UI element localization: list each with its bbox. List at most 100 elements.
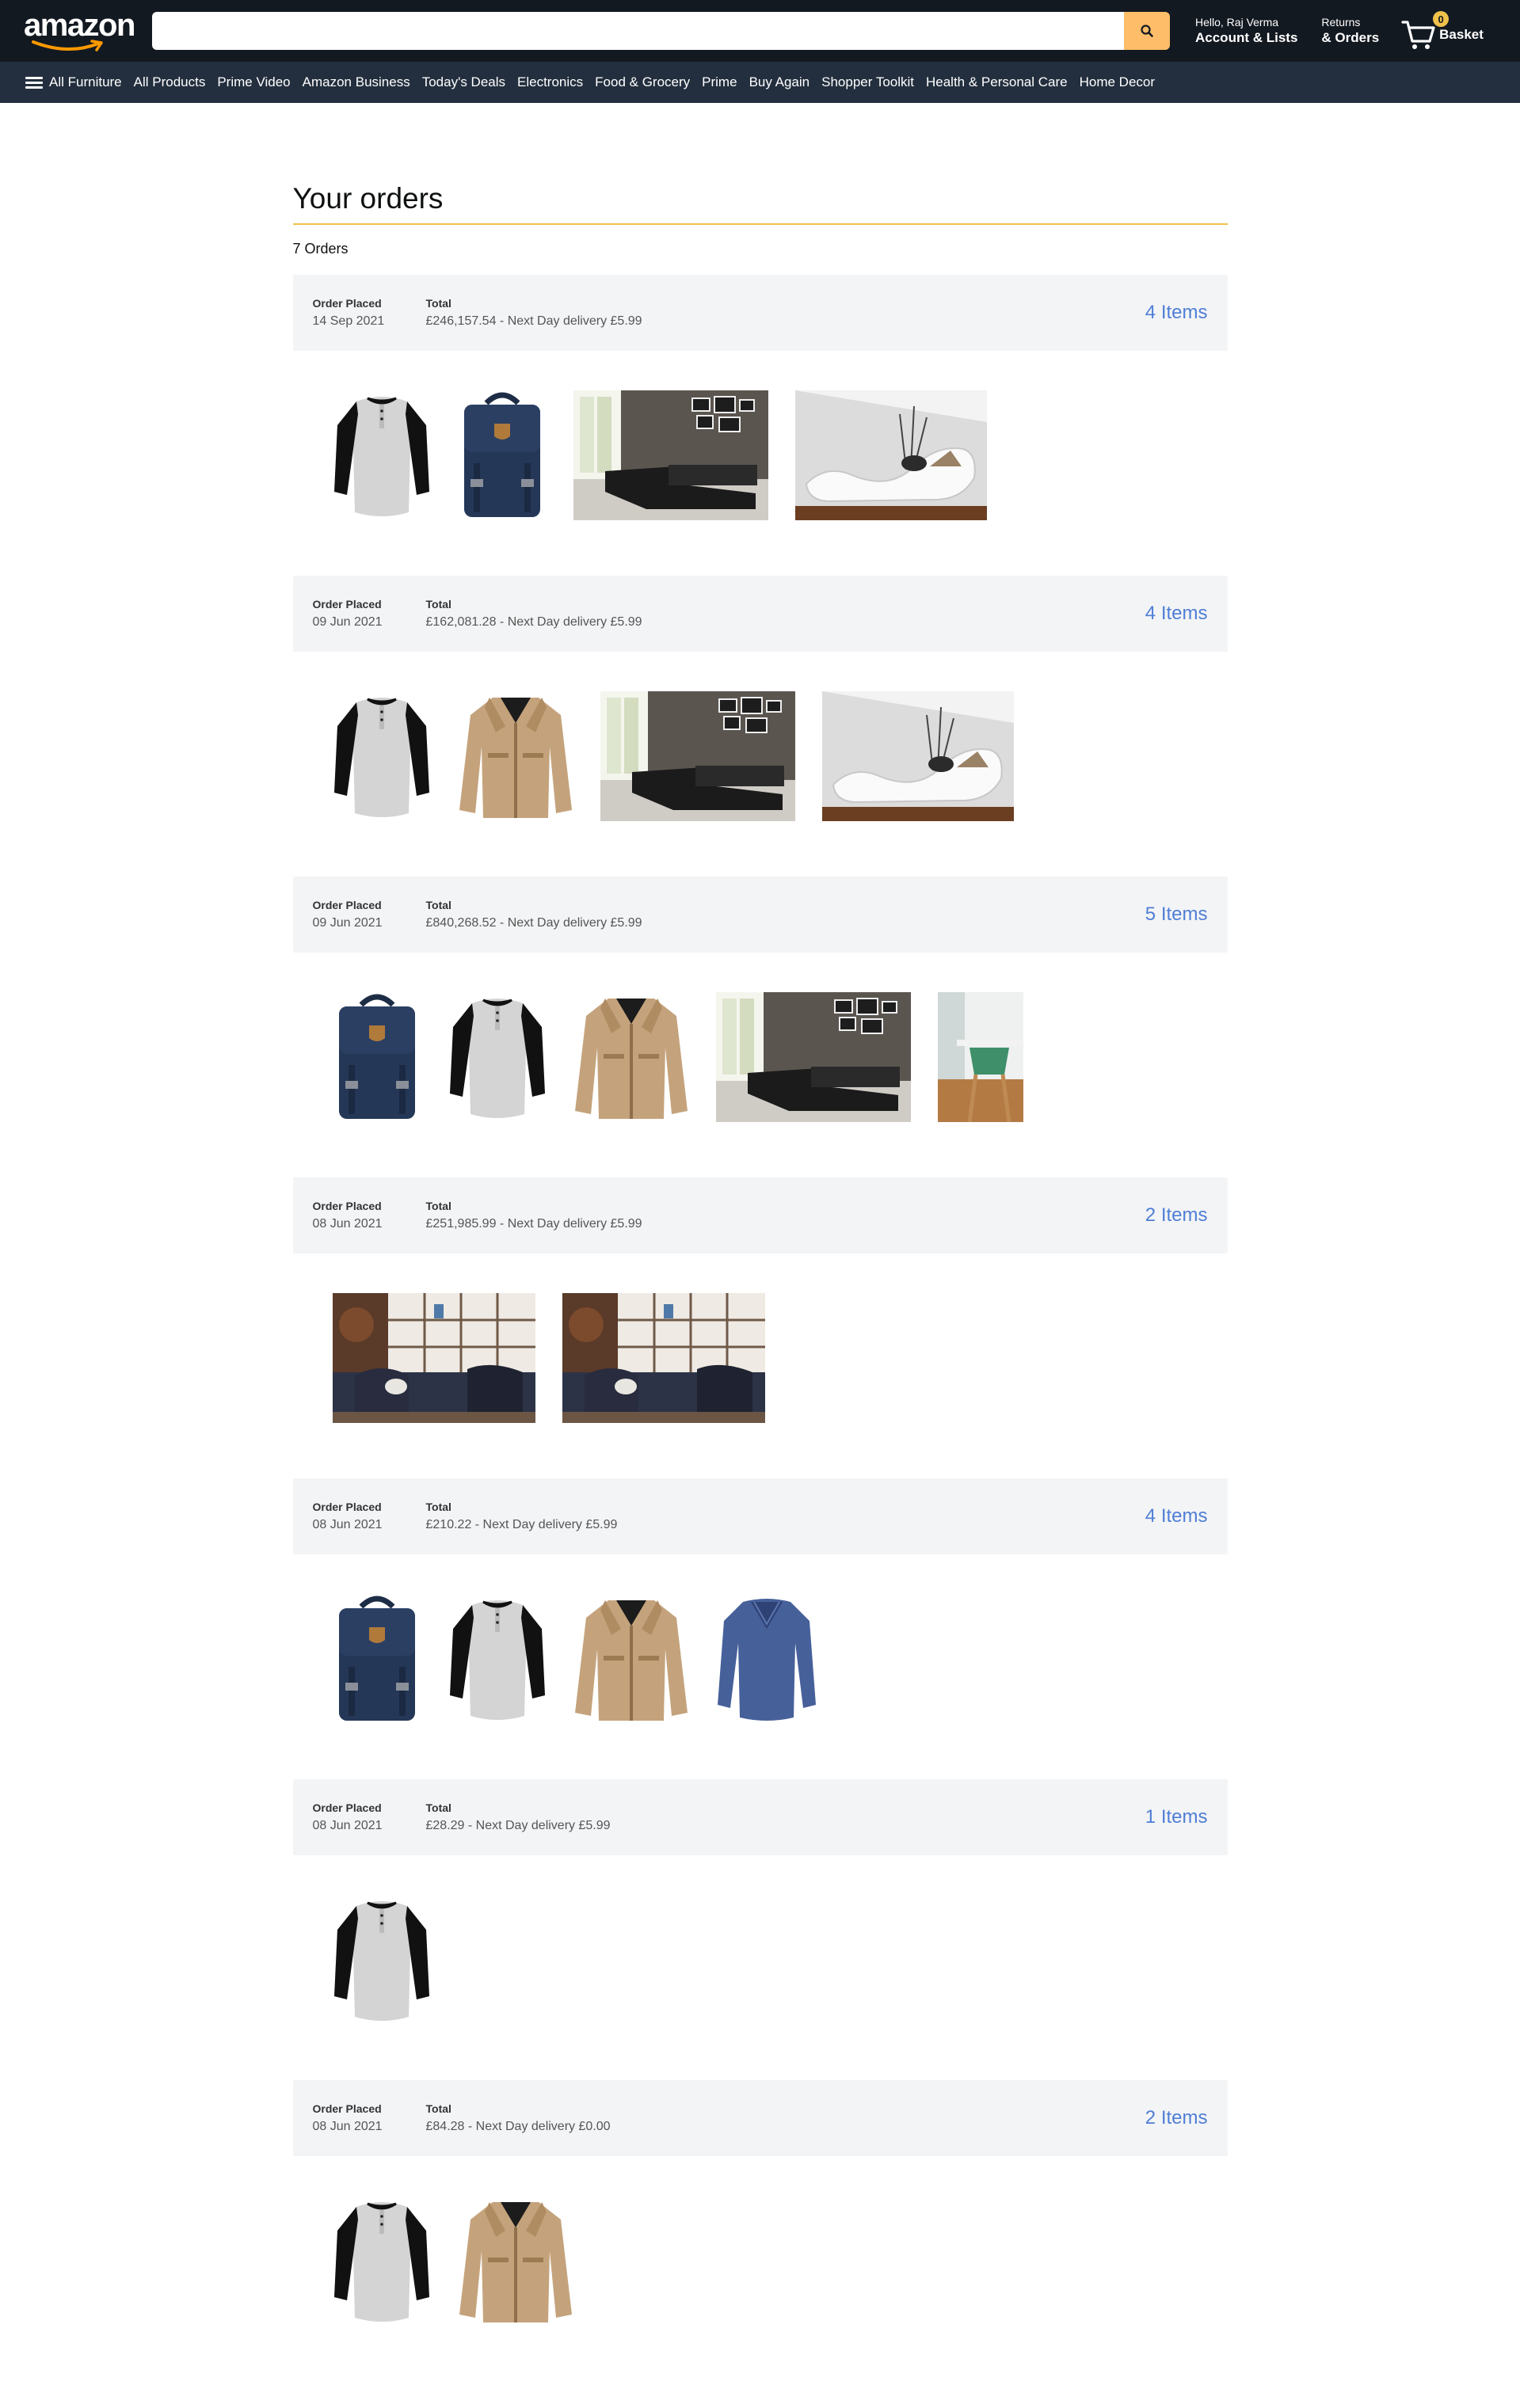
order-total-label: Total — [425, 1501, 451, 1514]
order-items-link[interactable]: 4 Items — [1145, 1505, 1208, 1527]
nav-item-prime-video[interactable]: Prime Video — [217, 74, 290, 90]
order-total: £84.28 - Next Day delivery £0.00 — [425, 2119, 611, 2133]
order-card: Order Placed 14 Sep 2021 Total £246,157.… — [292, 275, 1228, 576]
product-thumbnail-dining-chair[interactable] — [937, 992, 1023, 1122]
order-date: 08 Jun 2021 — [312, 2119, 383, 2133]
nav-item-food-grocery[interactable]: Food & Grocery — [595, 74, 690, 90]
order-total: £840,268.52 - Next Day delivery £5.99 — [425, 915, 642, 930]
product-thumbnail-raglan-shirt[interactable] — [333, 691, 431, 821]
nav-item-electronics[interactable]: Electronics — [517, 74, 583, 90]
order-items-link[interactable]: 2 Items — [1145, 2107, 1208, 2129]
order-placed-block: Order Placed 08 Jun 2021 — [313, 1499, 426, 1533]
product-thumbnail-shelving-room[interactable] — [562, 1293, 765, 1423]
order-placed-label: Order Placed — [312, 297, 382, 310]
nav-item-amazon-business[interactable]: Amazon Business — [303, 74, 410, 90]
product-thumbnail-blue-sweater[interactable] — [716, 1594, 817, 1724]
order-items-link[interactable]: 5 Items — [1145, 903, 1208, 926]
nav-item-label: All Furniture — [49, 74, 122, 89]
order-total-label: Total — [425, 1801, 451, 1815]
orders-page: Your orders 7 Orders Order Placed 14 Sep… — [292, 103, 1228, 2381]
order-date: 14 Sep 2021 — [312, 314, 385, 328]
order-total-label: Total — [425, 899, 451, 912]
order-placed-block: Order Placed 08 Jun 2021 — [313, 2101, 426, 2135]
order-items-link[interactable]: 4 Items — [1145, 302, 1208, 324]
site-header: amazon Hello, Raj Verma Account & Lists … — [0, 0, 1520, 103]
returns-orders-link[interactable]: Returns & Orders — [1321, 16, 1379, 47]
order-total-block: Total £162,081.28 - Next Day delivery £5… — [426, 596, 642, 630]
product-thumbnail-backpack[interactable] — [333, 1594, 421, 1724]
orders-label: & Orders — [1321, 30, 1380, 46]
nav-item-prime[interactable]: Prime — [702, 74, 737, 90]
order-total: £210.22 - Next Day delivery £5.99 — [425, 1517, 618, 1531]
product-thumbnail-tan-jacket[interactable] — [573, 992, 689, 1122]
product-thumbnail-raglan-shirt[interactable] — [448, 992, 547, 1122]
top-nav-bar: amazon Hello, Raj Verma Account & Lists … — [0, 0, 1520, 62]
search-input[interactable] — [152, 12, 1124, 50]
product-thumbnail-backpack[interactable] — [333, 992, 421, 1122]
order-count: 7 Orders — [292, 241, 349, 257]
order-items — [293, 351, 1228, 576]
order-header: Order Placed 08 Jun 2021 Total £210.22 -… — [292, 1478, 1228, 1554]
order-total: £251,985.99 - Next Day delivery £5.99 — [425, 1216, 642, 1231]
search-bar — [152, 12, 1170, 50]
product-thumbnail-sectional-sofa[interactable] — [600, 691, 795, 821]
nav-item-all-products[interactable]: All Products — [134, 74, 206, 90]
order-total: £246,157.54 - Next Day delivery £5.99 — [425, 314, 642, 328]
product-thumbnail-backpack[interactable] — [458, 390, 547, 520]
basket-count-badge: 0 — [1433, 11, 1450, 27]
orders-list: Order Placed 14 Sep 2021 Total £246,157.… — [292, 275, 1228, 2381]
nav-item-home-decor[interactable]: Home Decor — [1080, 74, 1155, 90]
order-date: 09 Jun 2021 — [312, 915, 383, 930]
product-thumbnail-white-lounge-chair[interactable] — [821, 691, 1014, 821]
order-items-link[interactable]: 4 Items — [1145, 603, 1208, 625]
order-placed-label: Order Placed — [312, 899, 382, 912]
order-placed-label: Order Placed — [312, 598, 382, 611]
order-placed-label: Order Placed — [312, 2102, 382, 2116]
order-total-block: Total £210.22 - Next Day delivery £5.99 — [426, 1499, 618, 1533]
order-card: Order Placed 09 Jun 2021 Total £162,081.… — [292, 576, 1228, 877]
nav-item-shopper-toolkit[interactable]: Shopper Toolkit — [821, 74, 914, 90]
order-total-label: Total — [425, 598, 451, 611]
basket-button[interactable]: 0 Basket — [1401, 11, 1484, 51]
product-thumbnail-tan-jacket[interactable] — [458, 691, 573, 821]
order-header: Order Placed 09 Jun 2021 Total £162,081.… — [292, 576, 1228, 652]
order-items-link[interactable]: 1 Items — [1145, 1806, 1208, 1828]
product-thumbnail-shelving-room[interactable] — [332, 1293, 535, 1423]
account-menu[interactable]: Hello, Raj Verma Account & Lists — [1195, 16, 1297, 47]
product-thumbnail-tan-jacket[interactable] — [573, 1594, 689, 1724]
product-thumbnail-raglan-shirt[interactable] — [333, 1895, 431, 2025]
product-thumbnail-sectional-sofa[interactable] — [715, 992, 911, 1122]
order-placed-block: Order Placed 09 Jun 2021 — [313, 897, 426, 931]
nav-item-health-personal-care[interactable]: Health & Personal Care — [926, 74, 1068, 90]
order-header: Order Placed 09 Jun 2021 Total £840,268.… — [292, 877, 1228, 953]
order-items — [293, 1855, 1228, 2080]
nav-item-buy-again[interactable]: Buy Again — [749, 74, 810, 90]
order-card: Order Placed 08 Jun 2021 Total £84.28 - … — [292, 2080, 1228, 2381]
order-total-block: Total £251,985.99 - Next Day delivery £5… — [426, 1198, 642, 1232]
nav-item-all-furniture[interactable]: All Furniture — [25, 74, 122, 91]
order-items — [293, 652, 1228, 877]
order-items — [293, 1253, 1228, 1478]
menu-icon — [25, 74, 43, 91]
product-thumbnail-raglan-shirt[interactable] — [448, 1594, 547, 1724]
product-thumbnail-white-lounge-chair[interactable] — [794, 390, 987, 520]
order-placed-block: Order Placed 08 Jun 2021 — [313, 1198, 426, 1232]
order-header: Order Placed 08 Jun 2021 Total £84.28 - … — [292, 2080, 1228, 2156]
product-thumbnail-tan-jacket[interactable] — [458, 2196, 573, 2326]
order-placed-label: Order Placed — [312, 1501, 382, 1514]
order-items-link[interactable]: 2 Items — [1145, 1204, 1208, 1227]
order-total: £28.29 - Next Day delivery £5.99 — [425, 1818, 611, 1832]
search-button[interactable] — [1124, 12, 1170, 50]
page-title: Your orders — [292, 182, 444, 215]
order-date: 08 Jun 2021 — [312, 1517, 383, 1531]
order-items — [293, 953, 1228, 1177]
product-thumbnail-sectional-sofa[interactable] — [573, 390, 768, 520]
category-nav: All Furniture All Products Prime Video A… — [0, 62, 1520, 103]
order-items — [293, 2156, 1228, 2381]
product-thumbnail-raglan-shirt[interactable] — [333, 390, 431, 520]
nav-item-todays-deals[interactable]: Today's Deals — [422, 74, 505, 90]
amazon-logo[interactable]: amazon — [24, 9, 135, 53]
product-thumbnail-raglan-shirt[interactable] — [333, 2196, 431, 2326]
order-placed-block: Order Placed 14 Sep 2021 — [313, 295, 426, 329]
order-header: Order Placed 08 Jun 2021 Total £251,985.… — [292, 1177, 1228, 1253]
